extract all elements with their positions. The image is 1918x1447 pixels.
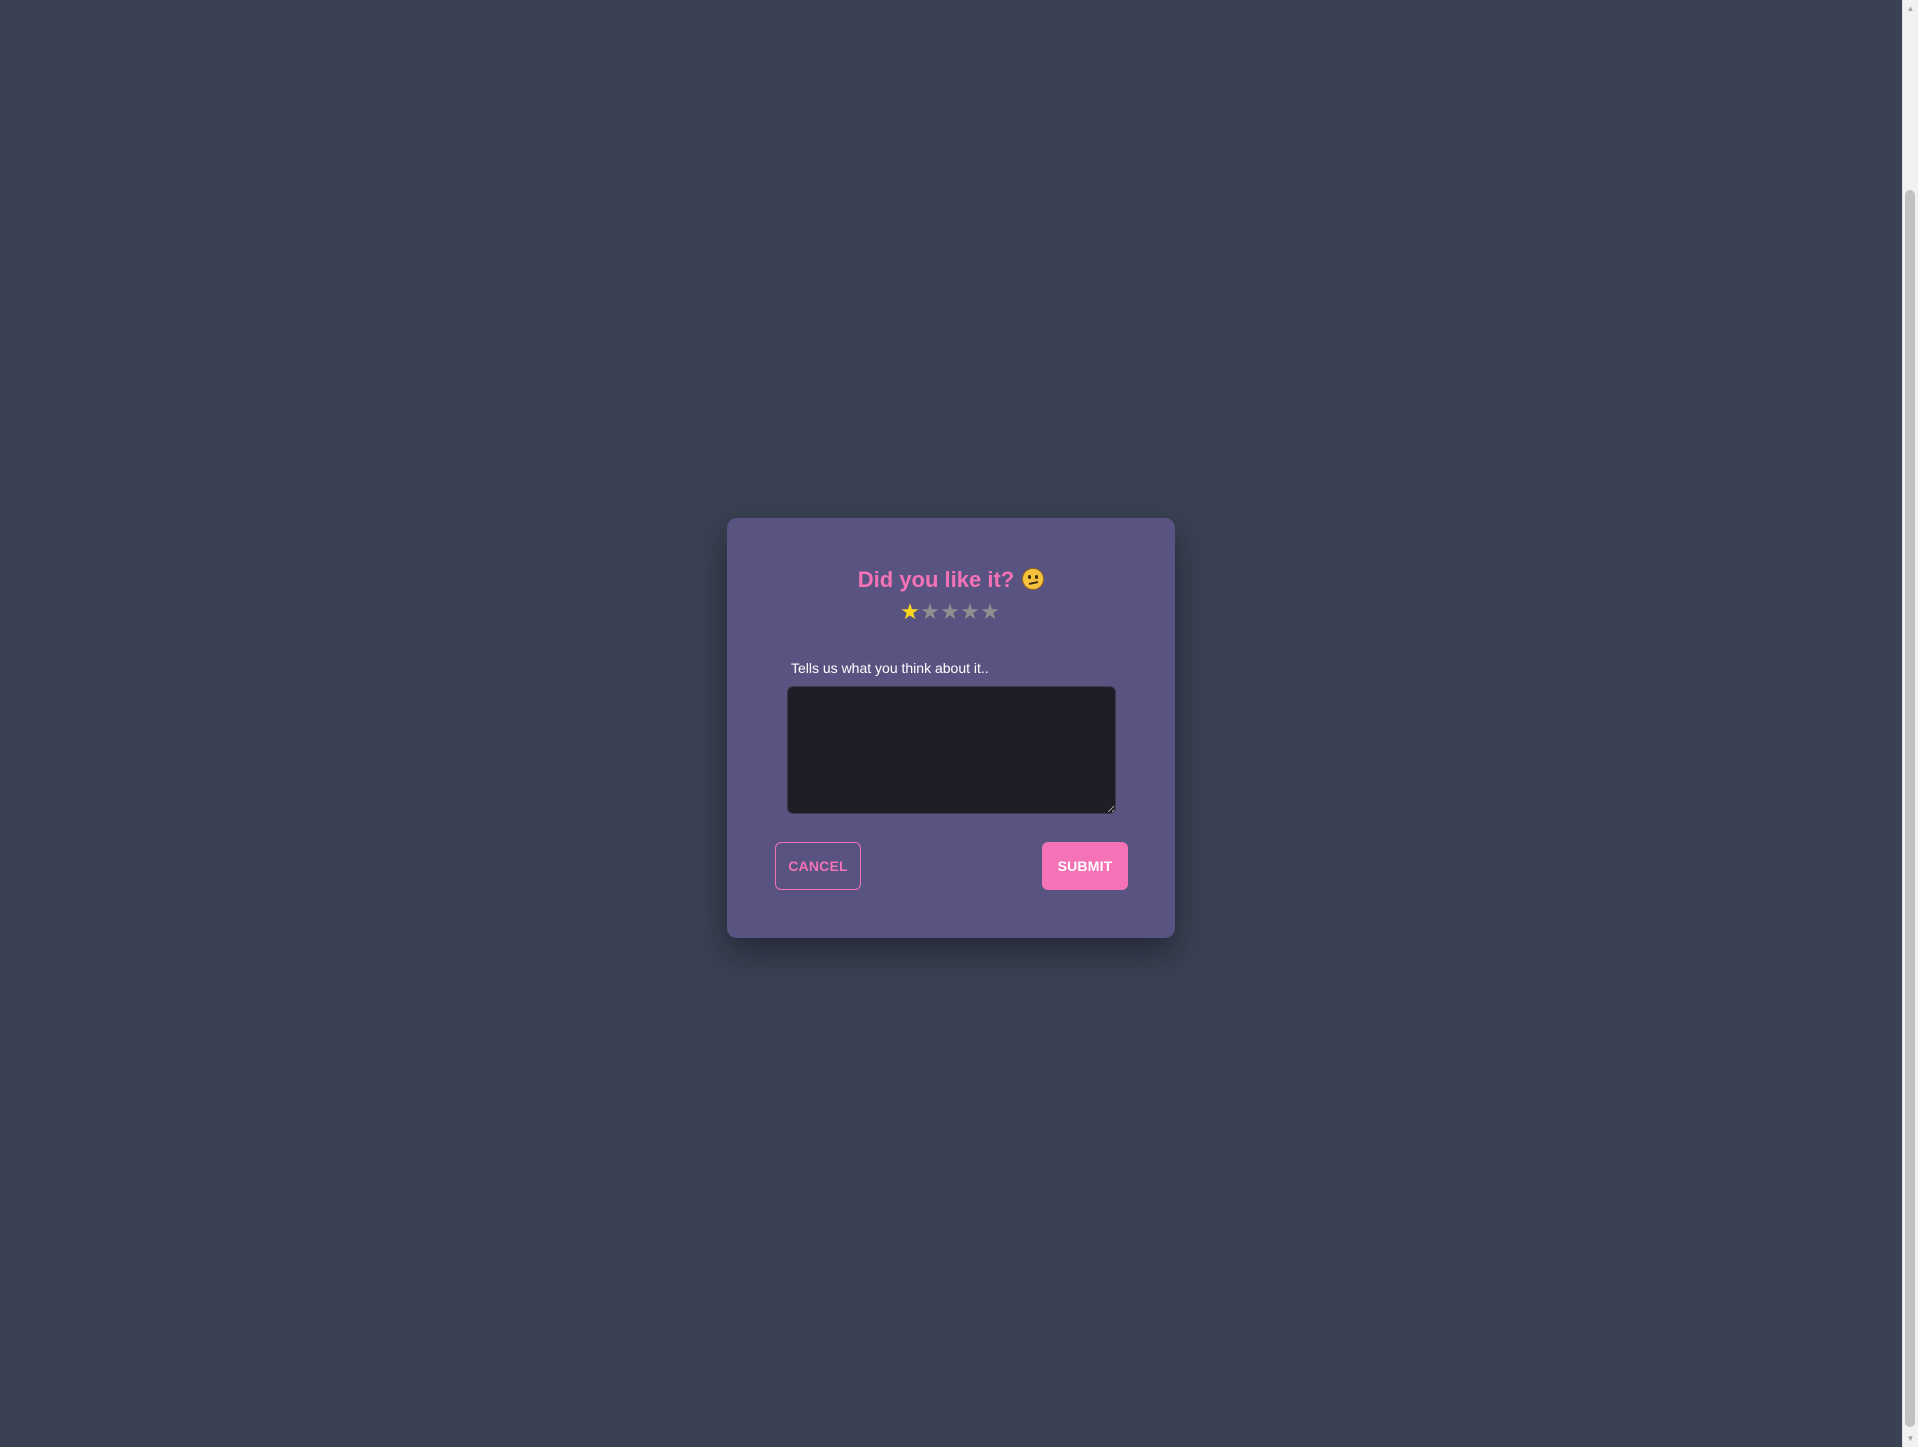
vertical-scrollbar[interactable]: ▲ ▼	[1902, 0, 1918, 1447]
star-rating: ★ ★ ★ ★ ★	[900, 602, 1000, 624]
thinking-face-icon	[1022, 568, 1045, 590]
star-icon[interactable]: ★	[980, 602, 1000, 624]
submit-button[interactable]: SUBMIT	[1042, 842, 1128, 890]
modal-title: Did you like it?	[727, 567, 1175, 593]
scroll-down-arrow-icon[interactable]: ▼	[1903, 1430, 1918, 1447]
star-icon[interactable]: ★	[920, 602, 940, 624]
star-icon[interactable]: ★	[900, 602, 920, 624]
modal-title-text: Did you like it?	[857, 567, 1015, 592]
scroll-up-arrow-icon[interactable]: ▲	[1903, 0, 1918, 17]
feedback-modal: Did you like it? ★ ★ ★ ★ ★ Tells us what you…	[727, 518, 1175, 938]
star-icon[interactable]: ★	[960, 602, 980, 624]
star-icon[interactable]: ★	[940, 602, 960, 624]
scroll-thumb[interactable]	[1905, 190, 1915, 1427]
cancel-button[interactable]: CANCEL	[775, 842, 861, 890]
feedback-textarea[interactable]	[787, 686, 1116, 814]
feedback-prompt-label: Tells us what you think about it..	[791, 660, 989, 676]
